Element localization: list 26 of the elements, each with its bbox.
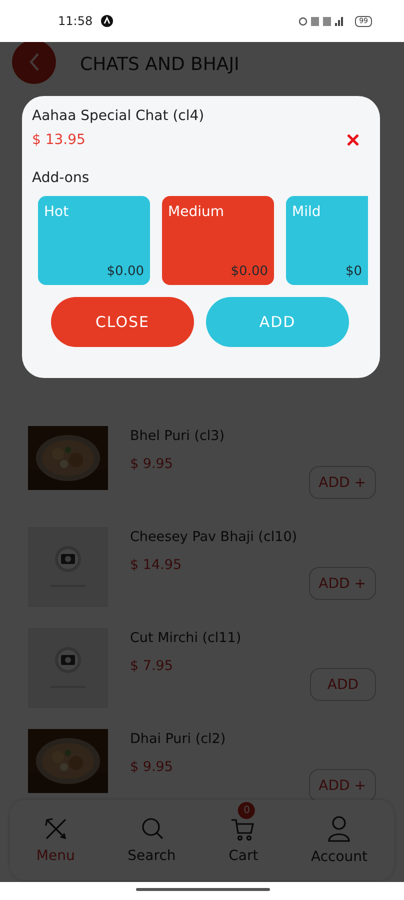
close-icon[interactable] <box>346 133 360 147</box>
dialog-price: $ 13.95 <box>32 132 86 148</box>
item-price: $ 9.95 <box>130 759 174 775</box>
addon-option[interactable]: Mild $0 <box>286 196 368 285</box>
close-button[interactable]: CLOSE <box>51 297 194 347</box>
addon-price: $0 <box>345 264 362 279</box>
addon-name: Hot <box>44 204 69 220</box>
add-button[interactable]: ADD <box>206 297 349 347</box>
item-name: Cut Mirchi (cl11) <box>130 630 242 646</box>
addons-heading: Add-ons <box>32 170 90 186</box>
dialog-title: Aahaa Special Chat (cl4) <box>32 108 206 124</box>
page-title: CHATS AND BHAJI <box>80 54 240 74</box>
item-name: Bhel Puri (cl3) <box>130 428 225 444</box>
item-price: $ 7.95 <box>130 658 174 674</box>
item-price: $ 9.95 <box>130 456 174 472</box>
addon-option[interactable]: Hot $0.00 <box>38 196 150 285</box>
notification-icon <box>100 15 113 27</box>
item-price: $ 14.95 <box>130 557 183 573</box>
item-name: Cheesey Pav Bhaji (cl10) <box>130 529 298 545</box>
addon-name: Mild <box>292 204 321 220</box>
addon-option[interactable]: Medium $0.00 <box>162 196 274 285</box>
addon-price: $0.00 <box>106 264 144 279</box>
addon-price: $0.00 <box>230 264 268 279</box>
clock-time: 11:58 <box>58 14 93 28</box>
addon-name: Medium <box>168 204 224 220</box>
item-name: Dhai Puri (cl2) <box>130 731 226 747</box>
